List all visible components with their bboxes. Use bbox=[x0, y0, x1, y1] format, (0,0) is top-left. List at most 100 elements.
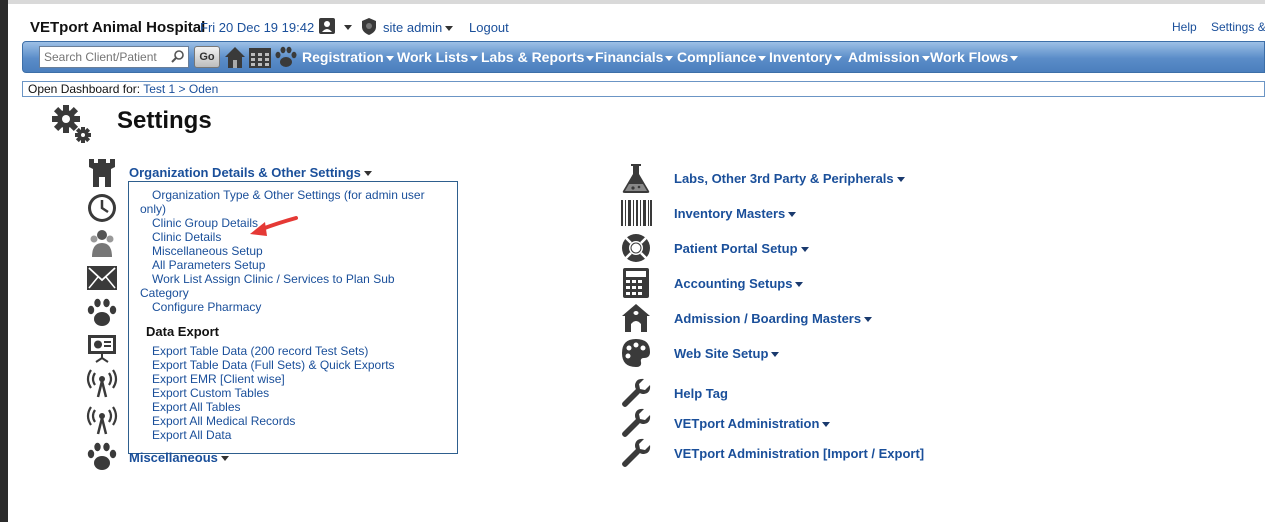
dropdown-item-all-parameters[interactable]: All Parameters Setup bbox=[152, 258, 265, 272]
data-export-heading: Data Export bbox=[146, 324, 219, 339]
web-site-setup-menu[interactable]: Web Site Setup bbox=[674, 346, 780, 361]
dropdown-item-work-list-cont[interactable]: Category bbox=[140, 286, 189, 300]
chevron-down-icon bbox=[665, 55, 674, 61]
dropdown-item-org-type[interactable]: Organization Type & Other Settings (for … bbox=[152, 188, 425, 202]
home-icon[interactable] bbox=[223, 44, 247, 70]
menu-label: Financials bbox=[595, 49, 664, 65]
vetport-admin-import-export-link[interactable]: VETport Administration [Import / Export] bbox=[674, 446, 924, 461]
menu-label: Compliance bbox=[677, 49, 757, 65]
link-label: Accounting Setups bbox=[674, 276, 793, 291]
presentation-icon bbox=[88, 335, 116, 363]
wrench-icon bbox=[622, 438, 651, 467]
calculator-icon bbox=[623, 268, 649, 298]
page-title: Settings bbox=[117, 107, 212, 134]
calendar-icon[interactable] bbox=[248, 44, 272, 70]
miscellaneous-label: Miscellaneous bbox=[129, 450, 218, 465]
barcode-icon bbox=[621, 200, 652, 226]
export-item[interactable]: Export Table Data (Full Sets) & Quick Ex… bbox=[152, 358, 395, 372]
menu-inventory[interactable]: Inventory bbox=[769, 49, 843, 65]
menu-label: Registration bbox=[302, 49, 384, 65]
chevron-down-icon bbox=[220, 456, 229, 462]
accounting-setups-menu[interactable]: Accounting Setups bbox=[674, 276, 804, 291]
chevron-down-icon bbox=[822, 422, 831, 428]
menu-label: Inventory bbox=[769, 49, 833, 65]
wrench-icon bbox=[622, 408, 651, 437]
gears-icon bbox=[52, 105, 91, 143]
chevron-down-icon[interactable] bbox=[344, 25, 352, 30]
chevron-down-icon bbox=[758, 55, 767, 61]
link-label: Admission / Boarding Masters bbox=[674, 311, 862, 326]
help-tag-link[interactable]: Help Tag bbox=[674, 386, 728, 401]
export-item[interactable]: Export All Data bbox=[152, 428, 231, 442]
menu-compliance[interactable]: Compliance bbox=[677, 49, 767, 65]
help-link[interactable]: Help bbox=[1172, 20, 1197, 34]
chevron-down-icon bbox=[834, 55, 843, 61]
dropdown-item-misc-setup[interactable]: Miscellaneous Setup bbox=[152, 244, 263, 258]
link-label: Inventory Masters bbox=[674, 206, 786, 221]
logout-link[interactable]: Logout bbox=[469, 20, 509, 35]
lifebuoy-icon bbox=[622, 234, 650, 262]
paw-icon bbox=[87, 298, 117, 326]
org-settings-menu[interactable]: Organization Details & Other Settings bbox=[129, 165, 372, 180]
search-input[interactable] bbox=[39, 46, 189, 68]
chevron-down-icon bbox=[363, 171, 372, 177]
antenna-icon bbox=[86, 369, 118, 398]
dashboard-prefix: Open Dashboard for: bbox=[28, 82, 141, 96]
link-label: Web Site Setup bbox=[674, 346, 769, 361]
menu-label: Work Flows bbox=[930, 49, 1009, 65]
menu-financials[interactable]: Financials bbox=[595, 49, 674, 65]
menu-labs-reports[interactable]: Labs & Reports bbox=[481, 49, 595, 65]
menu-label: Labs & Reports bbox=[481, 49, 585, 65]
user-card-icon[interactable] bbox=[318, 17, 336, 35]
chevron-down-icon bbox=[800, 247, 809, 253]
dropdown-item-clinic-details[interactable]: Clinic Details bbox=[152, 230, 221, 244]
mail-icon bbox=[87, 266, 117, 290]
dropdown-item-configure-pharmacy[interactable]: Configure Pharmacy bbox=[152, 300, 261, 314]
export-item[interactable]: Export All Medical Records bbox=[152, 414, 295, 428]
annotation-arrow-icon bbox=[250, 216, 298, 236]
main-navbar: Go Registration Work Lists Labs & Report… bbox=[22, 41, 1265, 73]
menu-label: Work Lists bbox=[397, 49, 469, 65]
user-group-icon bbox=[90, 230, 114, 257]
export-item[interactable]: Export Custom Tables bbox=[152, 386, 269, 400]
dropdown-item-work-list-assign[interactable]: Work List Assign Clinic / Services to Pl… bbox=[152, 272, 395, 286]
org-settings-label: Organization Details & Other Settings bbox=[129, 165, 361, 180]
dropdown-item-clinic-group[interactable]: Clinic Group Details bbox=[152, 216, 258, 230]
user-name: site admin bbox=[383, 20, 443, 35]
chevron-down-icon bbox=[1010, 55, 1019, 61]
menu-work-flows[interactable]: Work Flows bbox=[930, 49, 1019, 65]
paw-icon[interactable] bbox=[274, 44, 298, 70]
clock-icon bbox=[88, 194, 116, 222]
go-button[interactable]: Go bbox=[194, 46, 220, 68]
chevron-down-icon bbox=[586, 55, 595, 61]
settings-link[interactable]: Settings & bbox=[1211, 20, 1265, 34]
user-menu[interactable]: site admin bbox=[383, 20, 454, 35]
dashboard-patient-link[interactable]: Test 1 > Oden bbox=[143, 82, 218, 96]
top-header: VETport Animal Hospital Fri 20 Dec 19 19… bbox=[30, 17, 1265, 39]
link-label: Patient Portal Setup bbox=[674, 241, 798, 256]
menu-registration[interactable]: Registration bbox=[302, 49, 394, 65]
castle-icon bbox=[89, 159, 115, 187]
export-item[interactable]: Export Table Data (200 record Test Sets) bbox=[152, 344, 368, 358]
inventory-masters-menu[interactable]: Inventory Masters bbox=[674, 206, 797, 221]
menu-admission[interactable]: Admission bbox=[848, 49, 930, 65]
palette-icon bbox=[622, 339, 650, 367]
search-icon[interactable] bbox=[171, 49, 185, 63]
export-item[interactable]: Export EMR [Client wise] bbox=[152, 372, 285, 386]
chevron-down-icon bbox=[771, 352, 780, 358]
flask-icon bbox=[622, 164, 650, 193]
admission-boarding-menu[interactable]: Admission / Boarding Masters bbox=[674, 311, 873, 326]
export-item[interactable]: Export All Tables bbox=[152, 400, 241, 414]
chevron-down-icon bbox=[788, 212, 797, 218]
miscellaneous-menu[interactable]: Miscellaneous bbox=[129, 450, 229, 465]
datetime: Fri 20 Dec 19 19:42 bbox=[200, 20, 315, 35]
chevron-down-icon bbox=[445, 26, 454, 32]
shield-icon bbox=[362, 18, 376, 35]
labs-3rd-party-menu[interactable]: Labs, Other 3rd Party & Peripherals bbox=[674, 171, 905, 186]
chevron-down-icon bbox=[921, 55, 930, 61]
dropdown-item-org-type-cont[interactable]: only) bbox=[140, 202, 166, 216]
vetport-admin-menu[interactable]: VETport Administration bbox=[674, 416, 831, 431]
menu-work-lists[interactable]: Work Lists bbox=[397, 49, 479, 65]
link-label: Labs, Other 3rd Party & Peripherals bbox=[674, 171, 894, 186]
patient-portal-menu[interactable]: Patient Portal Setup bbox=[674, 241, 809, 256]
